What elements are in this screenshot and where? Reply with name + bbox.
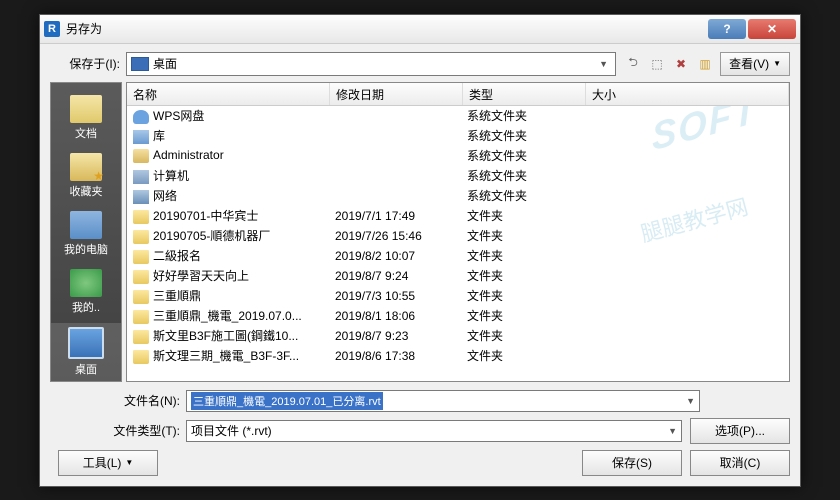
sidebar-label: 文档: [75, 125, 97, 141]
file-icon: [133, 250, 149, 264]
filetype-label: 文件类型(T):: [50, 422, 180, 439]
sidebar-label: 我的电脑: [64, 241, 108, 257]
sidebar-item[interactable]: 我的电脑: [51, 207, 121, 261]
filename-value: 三重順鼎_機電_2019.07.01_已分离.rvt: [191, 392, 383, 410]
file-icon: [133, 110, 149, 124]
file-row[interactable]: 三重順鼎2019/7/3 10:55文件夹: [127, 286, 789, 306]
up-icon[interactable]: ⬚: [648, 55, 666, 73]
delete-icon[interactable]: ✖: [672, 55, 690, 73]
save-in-label: 保存于(I):: [50, 55, 120, 72]
file-row[interactable]: 网络系统文件夹: [127, 186, 789, 206]
sidebar-label: 我的..: [72, 299, 100, 315]
back-icon[interactable]: ⮌: [624, 55, 642, 73]
place-icon: [68, 327, 104, 359]
nav-toolbar: ⮌ ⬚ ✖ ▥: [624, 55, 714, 73]
sidebar-item[interactable]: 我的..: [51, 265, 121, 319]
sidebar-label: 桌面: [75, 361, 97, 377]
filetype-value: 项目文件 (*.rvt): [191, 422, 272, 439]
file-icon: [133, 290, 149, 304]
sidebar-item[interactable]: 收藏夹: [51, 149, 121, 203]
file-icon: [133, 130, 149, 144]
filetype-combo[interactable]: 项目文件 (*.rvt) ▼: [186, 420, 682, 442]
close-button[interactable]: ✕: [748, 19, 796, 39]
file-row[interactable]: 计算机系统文件夹: [127, 166, 789, 186]
view-label: 查看(V): [729, 55, 769, 72]
file-row[interactable]: 斯文理三期_機電_B3F-3F...2019/8/6 17:38文件夹: [127, 346, 789, 366]
chevron-down-icon[interactable]: ▼: [668, 426, 677, 436]
file-row[interactable]: WPS网盘系统文件夹: [127, 106, 789, 126]
file-row[interactable]: 20190705-順德机器厂2019/7/26 15:46文件夹: [127, 226, 789, 246]
cancel-button[interactable]: 取消(C): [690, 450, 790, 476]
file-icon: [133, 310, 149, 324]
window-title: 另存为: [66, 20, 706, 37]
file-row[interactable]: 20190701-中华宾士2019/7/1 17:49文件夹: [127, 206, 789, 226]
col-size[interactable]: 大小: [586, 83, 789, 105]
place-icon: [70, 95, 102, 123]
help-button[interactable]: ?: [708, 19, 746, 39]
save-button[interactable]: 保存(S): [582, 450, 682, 476]
save-in-combo[interactable]: 桌面 ▼: [126, 52, 616, 76]
file-row[interactable]: 斯文里B3F施工圖(鋼鐵10...2019/8/7 9:23文件夹: [127, 326, 789, 346]
app-icon: R: [44, 21, 60, 37]
tools-button[interactable]: 工具(L) ▼: [58, 450, 158, 476]
file-icon: [133, 190, 149, 204]
place-icon: [70, 153, 102, 181]
file-icon: [133, 330, 149, 344]
file-icon: [133, 210, 149, 224]
filename-label: 文件名(N):: [50, 392, 180, 409]
file-row[interactable]: 库系统文件夹: [127, 126, 789, 146]
sidebar-item[interactable]: 文档: [51, 91, 121, 145]
options-button[interactable]: 选项(P)...: [690, 418, 790, 444]
new-folder-icon[interactable]: ▥: [696, 55, 714, 73]
col-type[interactable]: 类型: [463, 83, 586, 105]
chevron-down-icon: ▼: [773, 59, 781, 68]
view-button[interactable]: 查看(V) ▼: [720, 52, 790, 76]
file-icon: [133, 149, 149, 163]
file-row[interactable]: Administrator系统文件夹: [127, 146, 789, 166]
save-as-dialog: R 另存为 ? ✕ 保存于(I): 桌面 ▼ ⮌ ⬚ ✖ ▥ 查看(V) ▼: [39, 14, 801, 487]
place-icon: [70, 269, 102, 297]
file-icon: [133, 270, 149, 284]
save-in-value: 桌面: [153, 55, 177, 72]
file-row[interactable]: 二級报名2019/8/2 10:07文件夹: [127, 246, 789, 266]
chevron-down-icon[interactable]: ▼: [596, 56, 611, 71]
file-row[interactable]: 好好學習天天向上2019/8/7 9:24文件夹: [127, 266, 789, 286]
tools-label: 工具(L): [83, 454, 122, 471]
places-sidebar: 文档收藏夹我的电脑我的.. 桌面: [50, 82, 122, 382]
file-row[interactable]: 三重順鼎_機電_2019.07.0...2019/8/1 18:06文件夹: [127, 306, 789, 326]
col-date[interactable]: 修改日期: [330, 83, 463, 105]
col-name[interactable]: 名称: [127, 83, 330, 105]
sidebar-item[interactable]: 桌面: [51, 323, 121, 381]
column-header[interactable]: 名称 修改日期 类型 大小: [127, 83, 789, 106]
file-icon: [133, 170, 149, 184]
chevron-down-icon[interactable]: ▼: [686, 396, 695, 406]
file-icon: [133, 230, 149, 244]
place-icon: [70, 211, 102, 239]
file-icon: [133, 350, 149, 364]
chevron-down-icon: ▼: [125, 458, 133, 467]
sidebar-label: 收藏夹: [70, 183, 103, 199]
desktop-icon: [131, 57, 149, 71]
file-list[interactable]: SOFT 腿腿教学网 名称 修改日期 类型 大小 WPS网盘系统文件夹库系统文件…: [126, 82, 790, 382]
filename-input[interactable]: 三重順鼎_機電_2019.07.01_已分离.rvt ▼: [186, 390, 700, 412]
titlebar[interactable]: R 另存为 ? ✕: [40, 15, 800, 44]
